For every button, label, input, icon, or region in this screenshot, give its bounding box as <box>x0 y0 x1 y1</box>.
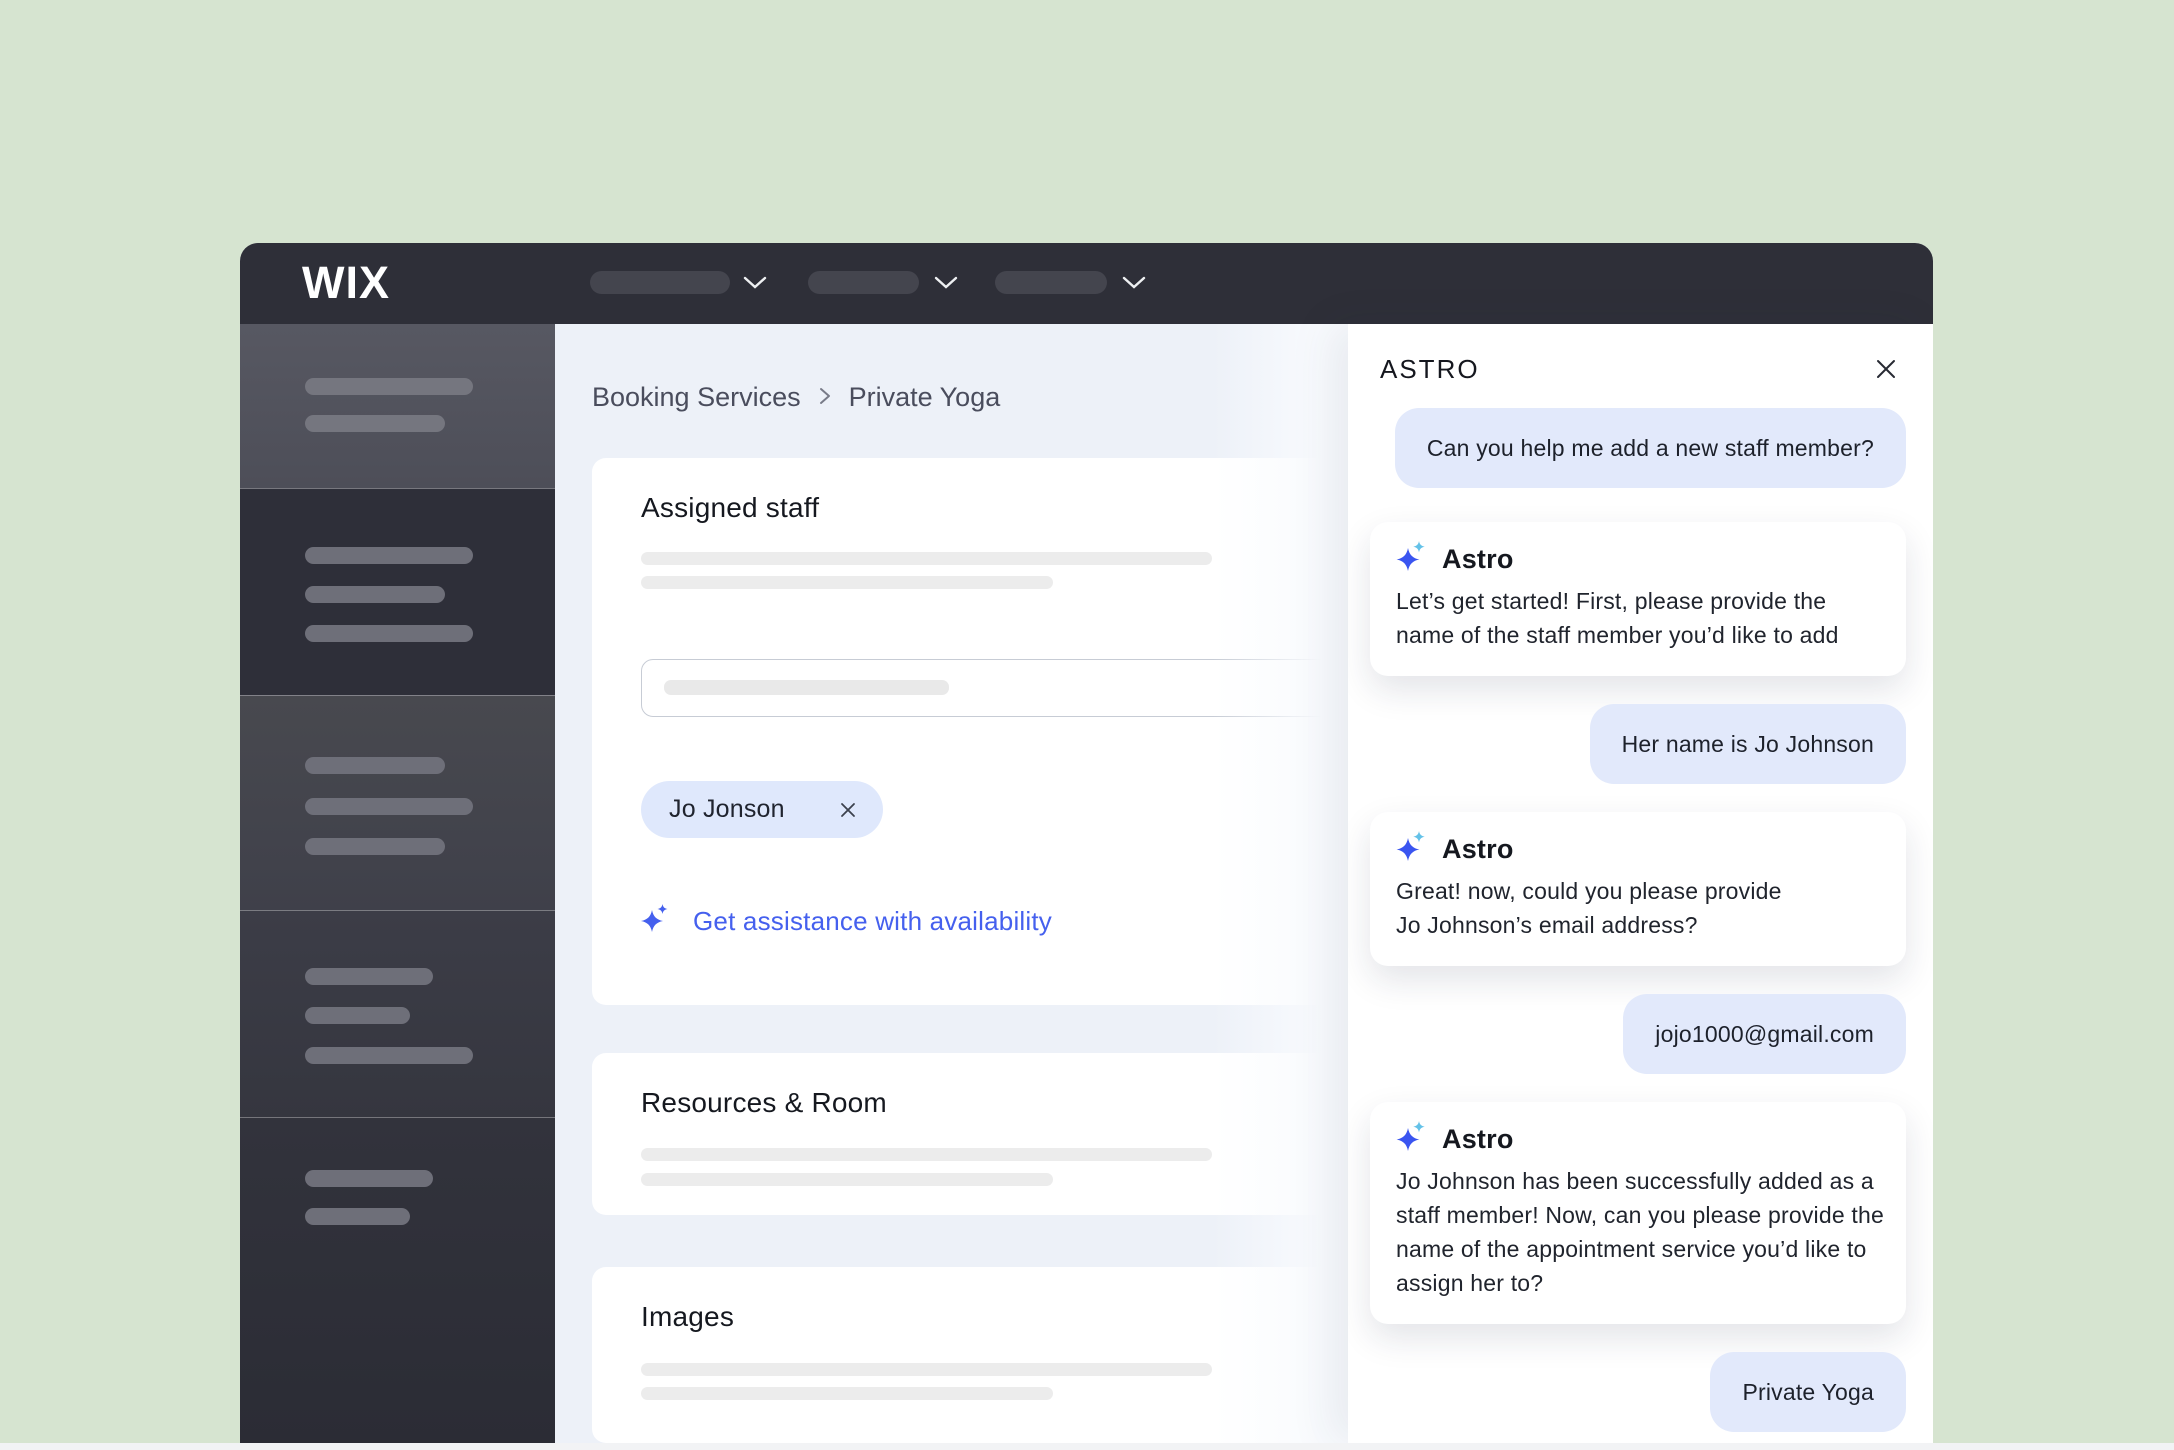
skeleton-bar <box>305 1007 410 1024</box>
bottom-strip <box>0 1443 2174 1450</box>
top-bar: WIX <box>240 243 1933 324</box>
skeleton-bar <box>641 1148 1212 1161</box>
get-assistance-link[interactable]: Get assistance with availability <box>641 904 1052 939</box>
skeleton-bar <box>664 680 949 695</box>
resources-room-card: Resources & Room <box>592 1053 1356 1215</box>
wix-dashboard-window: WIX <box>240 243 1933 1443</box>
screenshot-stage: WIX <box>0 0 2174 1450</box>
assistant-card-header: Astro <box>1396 834 1880 864</box>
assistant-message-line: assign her to? <box>1396 1266 1880 1300</box>
sidebar-item-selected[interactable] <box>240 324 555 488</box>
assistant-message-line: staff member! Now, can you please provid… <box>1396 1198 1880 1232</box>
skeleton-bar <box>641 1387 1053 1400</box>
sidebar-item[interactable] <box>240 488 555 696</box>
skeleton-bar <box>305 838 445 855</box>
images-card: Images <box>592 1267 1356 1443</box>
assistant-message-line: Let’s get started! First, please provide… <box>1396 584 1880 618</box>
chat-header: ASTRO <box>1380 354 1897 384</box>
sparkle-icon <box>641 904 669 939</box>
skeleton-bar <box>305 1208 410 1225</box>
chat-user-bubble: Can you help me add a new staff member? <box>1395 408 1906 488</box>
assistant-message-line: Jo Johnson has been successfully added a… <box>1396 1164 1880 1198</box>
assistant-name: Astro <box>1442 544 1514 575</box>
chat-user-bubble: Her name is Jo Johnson <box>1590 704 1906 784</box>
assistant-message-line: name of the staff member you’d like to a… <box>1396 618 1880 652</box>
skeleton-bar <box>305 378 473 395</box>
assistant-message-line: Great! now, could you please provide <box>1396 874 1880 908</box>
skeleton-bar <box>305 798 473 815</box>
assigned-staff-title: Assigned staff <box>641 492 819 524</box>
chat-title: ASTRO <box>1380 354 1480 385</box>
sidebar-item[interactable] <box>240 695 555 911</box>
sidebar <box>240 324 555 1443</box>
staff-chip-label: Jo Jonson <box>669 795 785 824</box>
chat-user-bubble: jojo1000@gmail.com <box>1623 994 1906 1074</box>
assistant-card-header: Astro <box>1396 544 1880 574</box>
skeleton-bar <box>641 1363 1212 1376</box>
skeleton-bar <box>641 552 1212 565</box>
assistant-card-header: Astro <box>1396 1124 1880 1154</box>
chat-assistant-card: Astro Great! now, could you please provid… <box>1370 812 1906 966</box>
skeleton-bar <box>305 415 445 432</box>
skeleton-bar <box>641 576 1053 589</box>
chevron-down-icon[interactable] <box>934 276 958 294</box>
assistant-message-line: Jo Johnson’s email address? <box>1396 908 1880 942</box>
chat-assistant-card: Astro Jo Johnson has been successfully ad… <box>1370 1102 1906 1324</box>
astro-chat-panel: ASTRO Can you help me add a new staff me… <box>1348 324 1933 1443</box>
remove-staff-icon[interactable] <box>839 801 857 819</box>
skeleton-bar <box>641 1173 1053 1186</box>
chat-assistant-card: Astro Let’s get started! First, please pr… <box>1370 522 1906 676</box>
wix-logo: WIX <box>302 260 390 306</box>
skeleton-bar <box>305 757 445 774</box>
chat-user-bubble: Private Yoga <box>1710 1352 1906 1432</box>
get-assistance-label: Get assistance with availability <box>693 906 1052 937</box>
skeleton-bar <box>305 1170 433 1187</box>
staff-chip-jo-jonson[interactable]: Jo Jonson <box>641 781 883 838</box>
staff-search-input[interactable] <box>641 659 1341 717</box>
skeleton-bar <box>305 968 433 985</box>
skeleton-bar <box>305 1047 473 1064</box>
sidebar-item[interactable] <box>240 1117 555 1443</box>
resources-room-title: Resources & Room <box>641 1087 887 1119</box>
nav-menu-placeholder[interactable] <box>995 271 1107 294</box>
breadcrumb: Booking Services Private Yoga <box>592 380 1000 414</box>
assistant-message-line: name of the appointment service you’d li… <box>1396 1232 1880 1266</box>
skeleton-bar <box>305 586 445 603</box>
chevron-right-icon <box>819 382 831 413</box>
breadcrumb-booking-services[interactable]: Booking Services <box>592 382 801 413</box>
chevron-down-icon[interactable] <box>1122 276 1146 294</box>
astro-sparkle-icon <box>1396 831 1426 868</box>
breadcrumb-private-yoga: Private Yoga <box>849 382 1001 413</box>
sidebar-item[interactable] <box>240 910 555 1118</box>
images-title: Images <box>641 1301 734 1333</box>
main-content: Booking Services Private Yoga Assigned s… <box>555 324 1348 1443</box>
assistant-name: Astro <box>1442 1124 1514 1155</box>
assigned-staff-card: Assigned staff Jo Jonson <box>592 458 1356 1005</box>
assistant-name: Astro <box>1442 834 1514 865</box>
skeleton-bar <box>305 547 473 564</box>
close-icon[interactable] <box>1875 358 1897 380</box>
nav-menu-placeholder[interactable] <box>808 271 919 294</box>
skeleton-bar <box>305 625 473 642</box>
astro-sparkle-icon <box>1396 1121 1426 1158</box>
chevron-down-icon[interactable] <box>743 276 767 294</box>
nav-menu-placeholder[interactable] <box>590 271 730 294</box>
chat-messages: Can you help me add a new staff member? A… <box>1348 384 1933 1443</box>
astro-sparkle-icon <box>1396 541 1426 578</box>
